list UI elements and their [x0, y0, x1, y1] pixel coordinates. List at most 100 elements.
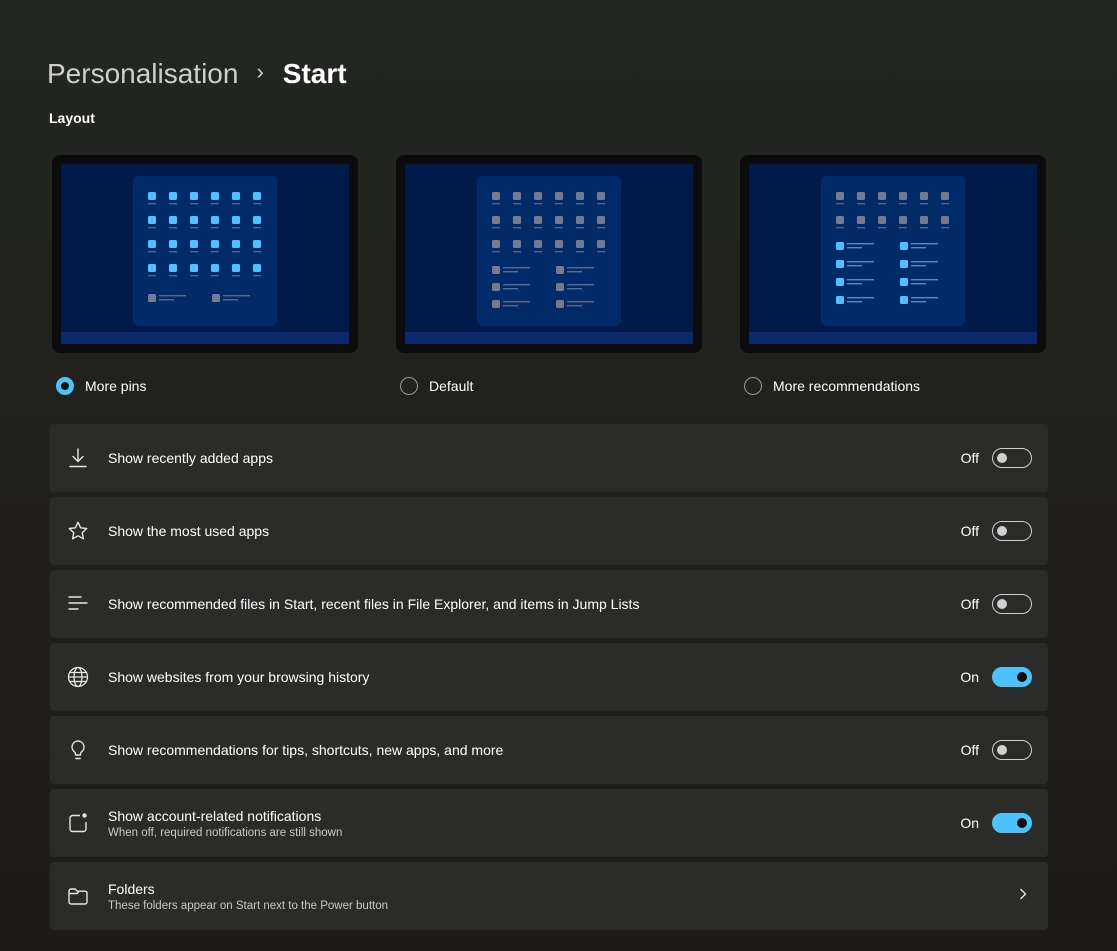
- layout-preview-graphic: [749, 164, 1037, 344]
- layout-options: More pins Default More recommendations: [52, 155, 1048, 405]
- preview-pin-label: [211, 227, 219, 229]
- preview-rec-line: [503, 301, 530, 303]
- preview-pin-icon: [576, 192, 584, 200]
- preview-pin-label: [597, 227, 605, 229]
- layout-option-more-recommendations[interactable]: More recommendations: [740, 155, 1046, 395]
- toggle-switch[interactable]: [992, 448, 1032, 468]
- setting-show-recently-added-apps[interactable]: Show recently added apps Off: [50, 424, 1048, 492]
- preview-pin-icon: [576, 240, 584, 248]
- preview-pin-label: [920, 203, 928, 205]
- toggle-state-label: On: [960, 815, 979, 831]
- preview-rec-icon: [900, 242, 908, 250]
- radio-default[interactable]: Default: [400, 377, 473, 395]
- preview-rec-icon: [556, 300, 564, 308]
- preview-pin-label: [492, 203, 500, 205]
- preview-pin-icon: [941, 216, 949, 224]
- layout-option-default[interactable]: Default: [396, 155, 702, 395]
- setting-show-websites-browsing-history[interactable]: Show websites from your browsing history…: [50, 643, 1048, 711]
- layout-preview-default[interactable]: [396, 155, 702, 353]
- preview-pin-icon: [534, 240, 542, 248]
- toggle-switch[interactable]: [992, 813, 1032, 833]
- setting-show-recommended-files[interactable]: Show recommended files in Start, recent …: [50, 570, 1048, 638]
- preview-pin-label: [857, 227, 865, 229]
- preview-rec-line: [847, 261, 874, 263]
- preview-rec-icon: [492, 300, 500, 308]
- preview-rec-icon: [900, 278, 908, 286]
- preview-pin-label: [232, 227, 240, 229]
- preview-pin-label: [232, 251, 240, 253]
- preview-rec-line: [911, 283, 926, 285]
- preview-pin-icon: [211, 192, 219, 200]
- radio-indicator[interactable]: [744, 377, 762, 395]
- setting-folders[interactable]: Folders These folders appear on Start ne…: [50, 862, 1048, 930]
- preview-rec-line: [503, 288, 518, 290]
- preview-pin-icon: [253, 216, 261, 224]
- preview-pin-icon: [899, 192, 907, 200]
- preview-pin-icon: [920, 216, 928, 224]
- breadcrumb-personalisation[interactable]: Personalisation: [47, 58, 238, 90]
- setting-show-most-used-apps[interactable]: Show the most used apps Off: [50, 497, 1048, 565]
- preview-pin-icon: [836, 216, 844, 224]
- preview-pin-label: [878, 227, 886, 229]
- preview-rec-line: [911, 265, 926, 267]
- preview-pin-label: [597, 203, 605, 205]
- preview-pin-label: [169, 275, 177, 277]
- preview-pin-icon: [232, 192, 240, 200]
- preview-rec-icon: [900, 296, 908, 304]
- radio-more-pins[interactable]: More pins: [56, 377, 146, 395]
- chevron-right-icon[interactable]: [1016, 887, 1030, 906]
- preview-pin-label: [148, 203, 156, 205]
- preview-rec-icon: [900, 260, 908, 268]
- toggle-state-label: Off: [960, 450, 979, 466]
- preview-pin-label: [253, 251, 261, 253]
- layout-preview-more-recommendations[interactable]: [740, 155, 1046, 353]
- preview-pin-label: [899, 227, 907, 229]
- toggle-switch[interactable]: [992, 740, 1032, 760]
- setting-show-account-notifications[interactable]: Show account-related notifications When …: [50, 789, 1048, 857]
- preview-pin-label: [576, 227, 584, 229]
- breadcrumb-separator: ›: [256, 59, 264, 84]
- preview-rec-line: [503, 305, 518, 307]
- layout-preview-more-pins[interactable]: [52, 155, 358, 353]
- preview-pin-icon: [169, 264, 177, 272]
- preview-pin-icon: [211, 240, 219, 248]
- preview-pin-icon: [190, 216, 198, 224]
- radio-indicator[interactable]: [400, 377, 418, 395]
- preview-pin-icon: [899, 216, 907, 224]
- preview-rec-line: [567, 284, 594, 286]
- preview-rec-line: [567, 288, 582, 290]
- preview-pin-icon: [148, 192, 156, 200]
- layout-section-title: Layout: [49, 110, 95, 126]
- preview-rec-line: [847, 297, 874, 299]
- setting-title: Folders: [108, 880, 155, 897]
- preview-pin-label: [148, 251, 156, 253]
- preview-pin-icon: [211, 216, 219, 224]
- preview-rec-line: [159, 295, 186, 297]
- toggle-switch[interactable]: [992, 667, 1032, 687]
- preview-pin-icon: [190, 264, 198, 272]
- preview-pin-icon: [597, 240, 605, 248]
- preview-pin-icon: [878, 216, 886, 224]
- download-icon: [66, 446, 90, 470]
- preview-rec-line: [911, 297, 938, 299]
- toggle-switch[interactable]: [992, 521, 1032, 541]
- setting-show-tips-recommendations[interactable]: Show recommendations for tips, shortcuts…: [50, 716, 1048, 784]
- preview-pin-label: [576, 203, 584, 205]
- notification-badge-icon: [66, 811, 90, 835]
- preview-rec-icon: [836, 260, 844, 268]
- layout-option-more-pins[interactable]: More pins: [52, 155, 358, 395]
- preview-pin-icon: [555, 240, 563, 248]
- preview-pin-icon: [857, 216, 865, 224]
- page-title: Start: [282, 58, 347, 89]
- preview-rec-line: [847, 283, 862, 285]
- preview-pin-icon: [576, 216, 584, 224]
- radio-indicator[interactable]: [56, 377, 74, 395]
- preview-pin-icon: [513, 240, 521, 248]
- preview-taskbar: [61, 332, 349, 344]
- preview-pin-label: [190, 203, 198, 205]
- toggle-switch[interactable]: [992, 594, 1032, 614]
- preview-pin-label: [878, 203, 886, 205]
- toggle-knob: [1017, 818, 1027, 828]
- radio-more-recommendations[interactable]: More recommendations: [744, 377, 920, 395]
- toggle-knob: [1017, 672, 1027, 682]
